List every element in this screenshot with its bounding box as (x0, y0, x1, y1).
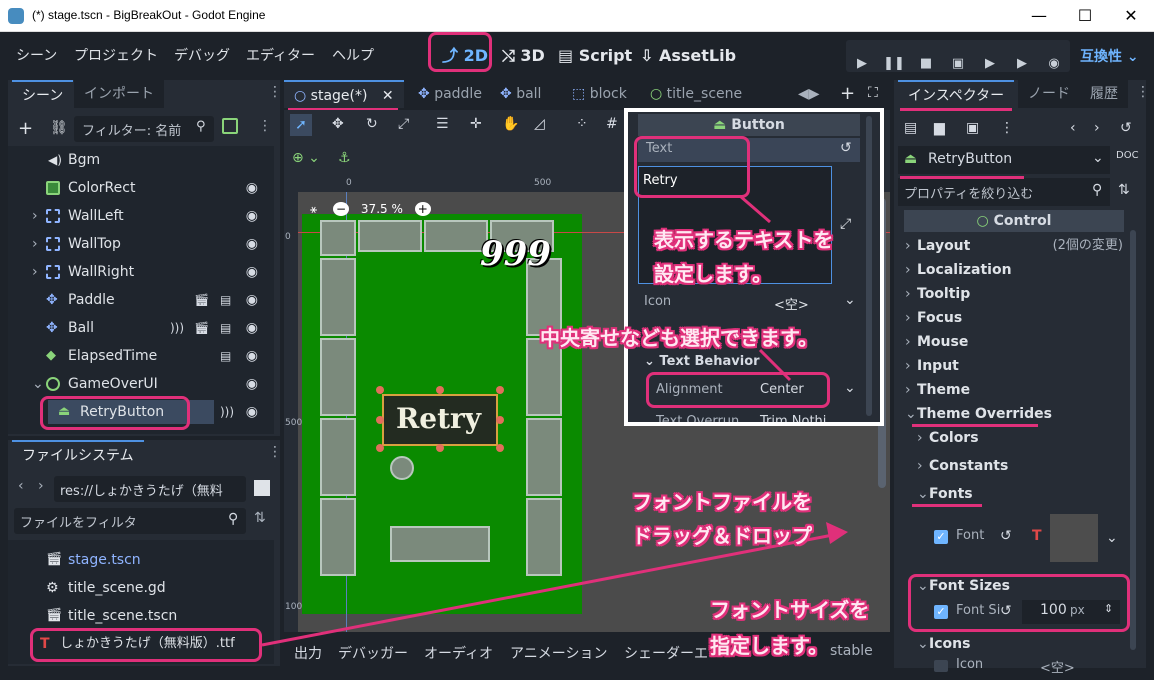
drag-arrow-line (261, 532, 839, 647)
callout-text-note-1: 表示するテキストを (654, 228, 834, 252)
callout-align-note: 中央寄せなども選択できます。 (540, 326, 818, 350)
callout-font-note-1: フォントファイルを (632, 490, 812, 514)
callout-size-note-2: 指定します。 (710, 634, 828, 658)
text-callout-line (739, 194, 771, 224)
callout-size-note-1: フォントサイズを (710, 598, 870, 622)
callout-font-note-2: ドラッグ＆ドロップ (632, 524, 812, 548)
align-callout-line (758, 348, 792, 382)
callout-text-note-2: 設定します。 (654, 262, 772, 286)
drag-arrow-head (826, 522, 848, 544)
